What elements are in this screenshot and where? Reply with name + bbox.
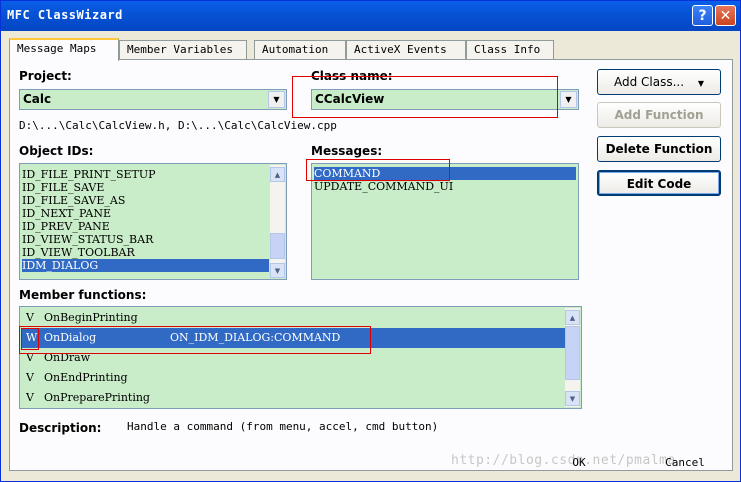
chevron-down-icon: ▼ — [697, 79, 705, 88]
virtual-marker: V — [26, 311, 34, 324]
list-item[interactable]: UPDATE_COMMAND_UI — [314, 180, 453, 193]
scroll-thumb[interactable] — [565, 326, 580, 380]
window-title: MFC ClassWizard — [7, 8, 123, 22]
edit-code-button[interactable]: Edit Code — [597, 170, 721, 196]
object-ids-label: Object IDs: — [19, 144, 94, 158]
chevron-down-icon[interactable]: ▼ — [560, 91, 577, 108]
class-name-highlight — [292, 76, 558, 118]
project-combo[interactable]: Calc ▼ — [19, 89, 287, 110]
ok-button[interactable]: OK — [541, 451, 617, 475]
chevron-down-icon[interactable]: ▼ — [268, 91, 285, 108]
tab-strip: Message Maps Member Variables Automation… — [9, 38, 731, 61]
help-button[interactable]: ? — [692, 5, 713, 26]
tab-message-maps[interactable]: Message Maps — [9, 38, 119, 61]
tab-class-info[interactable]: Class Info — [466, 40, 554, 59]
classwizard-window: MFC ClassWizard ? ✕ Message Maps Member … — [0, 0, 741, 482]
scroll-up-icon[interactable]: ▲ — [565, 310, 580, 325]
list-item[interactable]: ID_FILE_SAVE — [22, 181, 104, 194]
list-item-selected[interactable]: IDM_DIALOG — [22, 259, 269, 272]
description-value: Handle a command (from menu, accel, cmd … — [127, 420, 439, 433]
add-class-label: Add Class... — [613, 75, 685, 89]
scroll-thumb[interactable] — [270, 233, 285, 259]
close-button[interactable]: ✕ — [715, 5, 736, 26]
list-item[interactable]: ID_NEXT_PANE — [22, 207, 111, 220]
add-class-button[interactable]: Add Class... ▼ — [597, 69, 721, 95]
member-functions-label: Member functions: — [19, 288, 147, 302]
virtual-marker: V — [26, 391, 34, 404]
tab-member-variables[interactable]: Member Variables — [119, 40, 247, 59]
list-item[interactable]: ID_VIEW_STATUS_BAR — [22, 233, 153, 246]
tab-activex-events[interactable]: ActiveX Events — [346, 40, 466, 59]
virtual-marker: V — [26, 371, 34, 384]
function-name: OnPreparePrinting — [44, 391, 150, 404]
function-name: OnBeginPrinting — [44, 311, 138, 324]
scroll-up-icon[interactable]: ▲ — [270, 167, 285, 182]
member-function-highlight — [19, 326, 371, 354]
table-row[interactable]: V OnPreparePrinting — [22, 388, 566, 408]
messages-label: Messages: — [311, 144, 383, 158]
project-label: Project: — [19, 69, 72, 83]
project-value: Calc — [23, 92, 52, 106]
table-row[interactable]: V OnEndPrinting — [22, 368, 566, 388]
cancel-button[interactable]: Cancel — [647, 451, 723, 475]
messages-highlight — [306, 159, 450, 181]
member-functions-list[interactable]: V OnBeginPrinting W OnDialog ON_IDM_DIAL… — [19, 306, 582, 409]
delete-function-button[interactable]: Delete Function — [597, 136, 721, 162]
scroll-down-icon[interactable]: ▼ — [565, 391, 580, 406]
scroll-down-icon[interactable]: ▼ — [270, 263, 285, 278]
table-row[interactable]: V OnBeginPrinting — [22, 308, 566, 328]
title-bar[interactable]: MFC ClassWizard ? ✕ — [1, 1, 740, 31]
list-item[interactable]: ID_PREV_PANE — [22, 220, 110, 233]
list-item[interactable]: ID_FILE_PRINT_SETUP — [22, 168, 156, 181]
member-functions-scrollbar[interactable]: ▲ ▼ — [565, 308, 580, 407]
function-name: OnEndPrinting — [44, 371, 128, 384]
list-item[interactable]: ID_FILE_SAVE_AS — [22, 194, 125, 207]
list-item[interactable]: ID_VIEW_TOOLBAR — [22, 246, 135, 259]
object-ids-list[interactable]: ID_FILE_PRINT_SETUP ID_FILE_SAVE ID_FILE… — [19, 163, 287, 280]
add-function-button[interactable]: Add Function — [597, 102, 721, 128]
description-label: Description: — [19, 421, 102, 435]
marker-highlight — [21, 328, 39, 350]
file-paths: D:\...\Calc\CalcView.h, D:\...\Calc\Calc… — [19, 119, 337, 132]
object-ids-scrollbar[interactable]: ▲ ▼ — [270, 165, 285, 278]
tab-automation[interactable]: Automation — [254, 40, 346, 59]
